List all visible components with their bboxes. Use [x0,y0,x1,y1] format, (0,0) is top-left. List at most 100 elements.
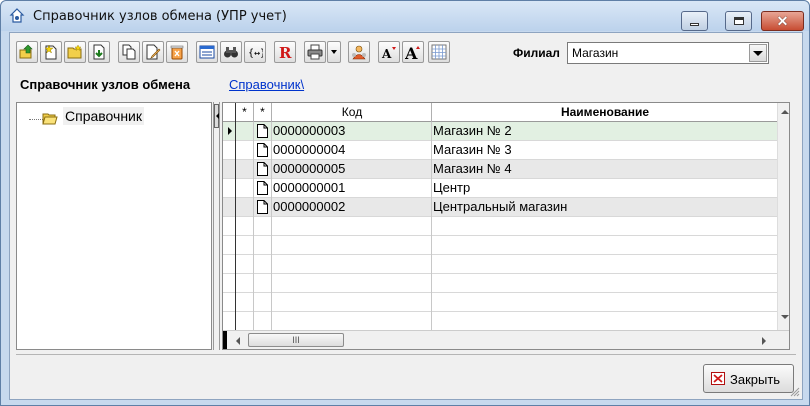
empty-cell [236,274,254,293]
font-increase-button[interactable]: A [402,41,424,63]
chevron-right-icon [761,336,766,345]
scroll-right-button[interactable] [755,332,772,349]
filial-dropdown-button[interactable] [749,44,767,62]
list-view-button[interactable] [196,41,218,63]
row-indicator [223,236,236,255]
save-button[interactable] [88,41,110,63]
vertical-scrollbar[interactable] [777,103,789,330]
row-indicator [223,274,236,293]
close-button[interactable]: Закрыть [703,364,794,393]
table-row[interactable]: 0000000003 Магазин № 2 [223,122,777,141]
row-indicator [223,312,236,331]
header-star-2[interactable]: * [254,103,272,122]
empty-cell [432,217,777,236]
new-item-icon [44,44,57,60]
row-star-cell [236,122,254,141]
refresh-user-button[interactable] [348,41,370,63]
empty-cell [254,293,272,312]
window-title: Справочник узлов обмена (УПР учет) [33,9,287,24]
title-bar[interactable]: Справочник узлов обмена (УПР учет) ✕ [1,1,809,31]
empty-cell [272,255,432,274]
report-r-icon: R [279,44,292,60]
go-up-folder-button[interactable] [16,41,38,63]
empty-cell [236,217,254,236]
document-icon [257,200,268,214]
new-item-button[interactable] [40,41,62,63]
cell-code: 0000000005 [272,160,432,179]
current-row-pointer-icon [228,127,232,135]
table-row[interactable]: 0000000005 Магазин № 4 [223,160,777,179]
horizontal-scroll-thumb[interactable]: III [248,333,344,347]
folder-icon [42,113,58,125]
empty-cell [272,293,432,312]
cell-code: 0000000004 [272,141,432,160]
minimize-icon [690,22,699,26]
go-up-folder-icon [19,44,33,59]
filial-select[interactable]: Магазин [567,42,769,64]
empty-cell [272,217,432,236]
empty-cell [254,236,272,255]
main-window: Справочник узлов обмена (УПР учет) ✕ {↔ … [0,0,810,406]
chevron-down-icon [780,314,789,319]
print-button[interactable] [304,41,326,63]
calculator-button[interactable] [428,41,450,63]
exit-icon [711,372,725,385]
empty-row [223,274,777,293]
tree-connector [29,119,43,120]
data-grid[interactable]: * * Код Наименование 0000000003 Магазин … [222,102,790,350]
empty-cell [254,312,272,331]
tree-panel[interactable]: Справочник [16,102,212,350]
table-row[interactable]: 0000000001 Центр [223,179,777,198]
header-indicator [223,103,236,122]
row-indicator [223,160,236,179]
hierarchy-icon: {↔} [248,48,263,59]
find-button[interactable] [220,41,242,63]
row-indicator [223,141,236,160]
row-indicator [223,217,236,236]
copy-button[interactable] [118,41,140,63]
empty-cell [254,217,272,236]
horizontal-scrollbar[interactable]: III [223,330,789,349]
row-indicator [223,122,236,141]
scroll-left-button[interactable] [229,332,246,349]
edit-icon [146,44,161,60]
panel-splitter[interactable] [213,102,220,350]
row-indicator [223,198,236,217]
delete-button[interactable] [166,41,188,63]
row-indicator [223,179,236,198]
scroll-up-button[interactable] [778,103,789,120]
cell-code: 0000000001 [272,179,432,198]
scroll-down-button[interactable] [778,308,789,325]
font-decrease-icon: A [381,47,396,60]
window-close-button[interactable]: ✕ [761,11,804,31]
header-star-1[interactable]: * [236,103,254,122]
copy-icon [122,44,136,60]
collapse-handle-icon[interactable] [214,104,219,128]
dropdown-arrow-icon [331,50,337,54]
resize-grip-icon[interactable] [790,387,800,397]
table-row[interactable]: 0000000002 Центральный магазин [223,198,777,217]
tree-node-root[interactable]: Справочник [63,107,144,125]
client-area: {↔} R A A Филиал [9,32,803,400]
row-indicator [223,255,236,274]
empty-cell [254,274,272,293]
maximize-button[interactable] [725,11,752,31]
print-dropdown-button[interactable] [327,41,341,63]
minimize-button[interactable] [681,11,708,31]
new-folder-icon [67,44,82,59]
header-code[interactable]: Код [272,103,432,122]
breadcrumb-link[interactable]: Справочник\ [229,77,304,92]
chevron-up-icon [780,109,789,114]
empty-cell [236,236,254,255]
table-row[interactable]: 0000000004 Магазин № 3 [223,141,777,160]
new-folder-button[interactable] [64,41,86,63]
edit-button[interactable] [142,41,164,63]
empty-cell [272,312,432,331]
report-button[interactable]: R [274,41,296,63]
calculator-icon [431,44,447,60]
header-name[interactable]: Наименование [432,103,777,122]
hierarchy-button[interactable]: {↔} [244,41,266,63]
font-decrease-button[interactable]: A [378,41,400,63]
empty-row [223,312,777,331]
svg-text:R: R [279,44,292,60]
